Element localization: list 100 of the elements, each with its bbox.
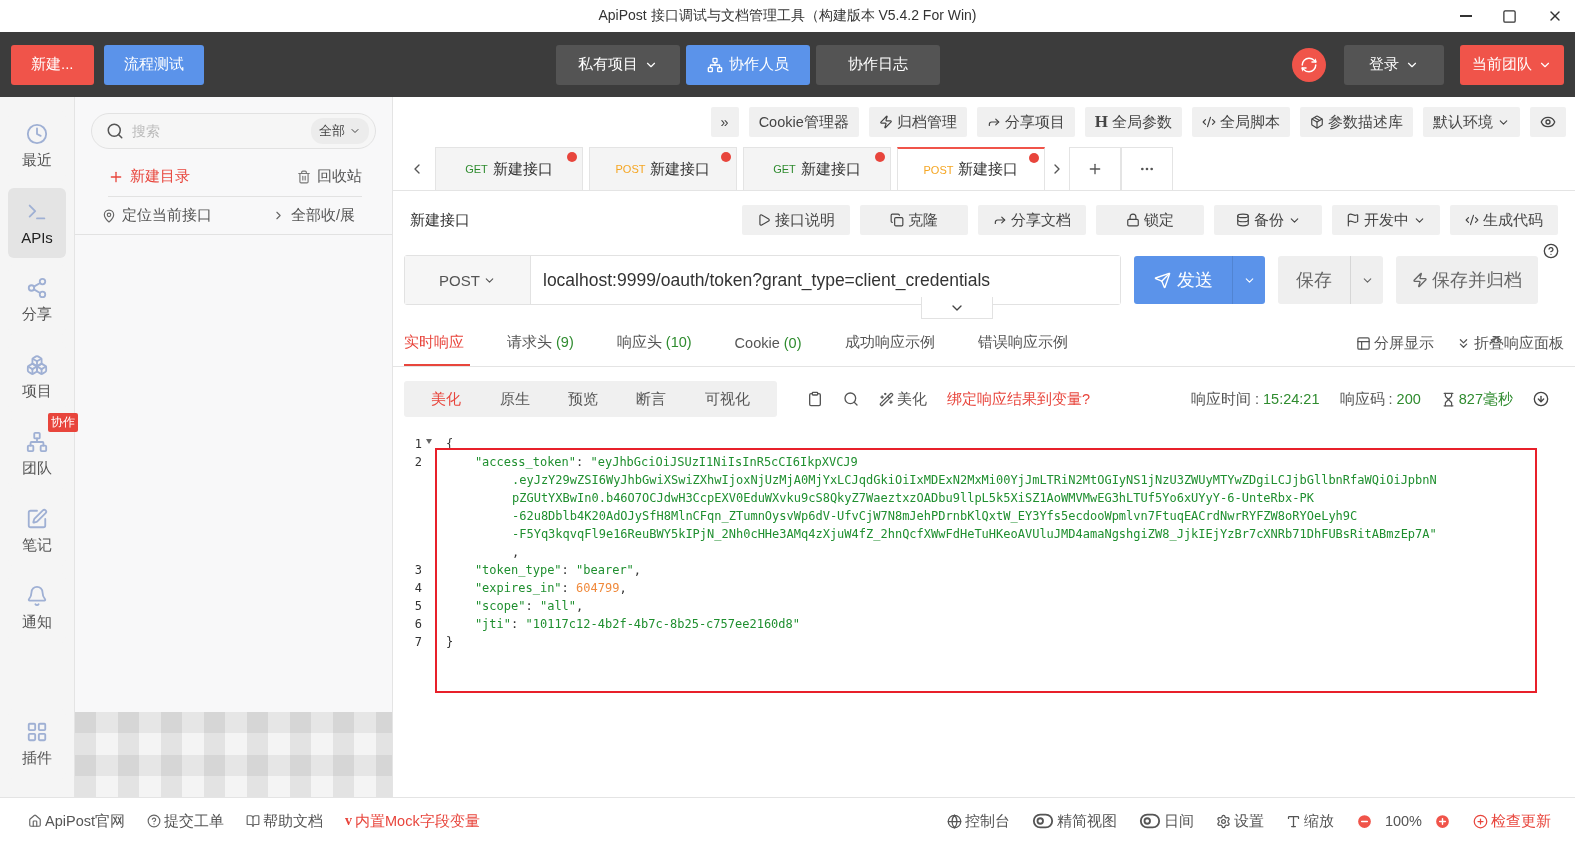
view-tab[interactable]: 预览 <box>561 388 604 410</box>
code-line: "scope": "all", <box>473 598 584 615</box>
window-title: ApiPost 接口调试与文档管理工具（构建版本 V5.4.2 For Win) <box>598 7 977 25</box>
play-icon <box>757 213 771 227</box>
status-link[interactable]: ApiPost官网 <box>28 811 125 831</box>
request-tab[interactable]: POST 新建接口 <box>589 147 737 190</box>
sync-icon[interactable] <box>1292 47 1326 82</box>
action-button[interactable]: 备份 <box>1214 205 1322 235</box>
code-line: -62u8Dblb4K20AdOJySfH8MlnCFqn_ZTumnOysvWp6dV-UfvCjW7N8mJehPDrnbKlQxtW_EY3Yfs5ecdooWpmlvn7FtuqEACrdNwrRYFZW8oRYOeLyh9C <box>511 508 1358 525</box>
search-field[interactable]: 搜索 全部 <box>91 113 376 149</box>
save-archive-button[interactable]: 保存并归档 <box>1396 256 1538 304</box>
response-tab[interactable]: 请求头 (9) <box>507 321 580 366</box>
lock-icon <box>1126 213 1140 227</box>
glyph: H <box>1094 112 1108 132</box>
zoom-level: 100% <box>1384 813 1422 829</box>
request-tab[interactable]: POST 新建接口 <box>897 147 1045 190</box>
maximize-icon <box>1502 8 1517 24</box>
response-tab[interactable]: 成功响应示例 <box>844 321 941 366</box>
view-tab[interactable]: 美化 <box>425 388 468 410</box>
request-tab[interactable]: GET 新建接口 <box>743 147 891 190</box>
split-view-button[interactable]: 分屏显示 <box>1356 334 1434 353</box>
url-field[interactable]: POST localhost:9999/oauth/token?grant_type=client_credentials <box>404 255 1121 305</box>
view-tab[interactable]: 可视化 <box>698 388 756 410</box>
search-icon[interactable] <box>843 391 859 407</box>
line-number: 7 <box>413 634 423 651</box>
font-icon <box>1285 813 1301 829</box>
request-tab[interactable]: GET 新建接口 <box>435 147 583 190</box>
zoom-in-icon[interactable] <box>1434 812 1451 830</box>
share-arrow-icon <box>993 213 1007 227</box>
login-button[interactable]: 登录 <box>1344 44 1444 85</box>
toolbar-button[interactable]: 分享项目 <box>976 107 1075 137</box>
pin-icon <box>102 208 116 223</box>
toolbar-button[interactable]: Cookie管理器 <box>748 107 859 137</box>
view-tab[interactable]: 原生 <box>493 388 536 410</box>
status-button[interactable]: 检查更新 <box>1473 811 1551 831</box>
response-tab[interactable]: Cookie (0) <box>734 321 808 366</box>
line-number: 2 <box>413 454 423 471</box>
status-button[interactable]: 控制台 <box>946 811 1010 831</box>
view-tab[interactable]: 断言 <box>630 388 673 410</box>
toggle[interactable]: 日间 <box>1138 810 1194 832</box>
download-icon[interactable] <box>1533 391 1549 407</box>
response-tab[interactable]: 响应头 (10) <box>616 321 698 366</box>
bind-variable-link[interactable]: 绑定响应结果到变量? <box>947 389 1091 409</box>
sitemap-icon <box>26 430 48 453</box>
update-icon <box>1473 813 1488 829</box>
beautify-button[interactable]: 美化 <box>879 389 927 409</box>
toolbar-button[interactable]: » <box>710 107 739 137</box>
collapse-all-button[interactable]: 全部收/展 <box>271 206 355 225</box>
panels-icon <box>1356 336 1371 351</box>
toggle[interactable]: 精简视图 <box>1031 810 1117 832</box>
method-label: GET <box>773 163 796 175</box>
share-arrow-icon <box>986 115 1001 129</box>
line-number: 3 <box>413 562 423 579</box>
toolbar-button[interactable]: H 全局参数 <box>1084 107 1182 137</box>
scope-dropdown[interactable]: 全部 <box>311 118 369 144</box>
code-line: -F5Yq3kqvqFl9e16ReuBWY5kIPjN_2Nh0cHHe3AMq4zXjuW4fZ_2hnQcfXWwFdHeTuHKeoAVUluJMD4amaNgshgiZW8_JjkIEjYzBr7cXNRb71DhFUBsRitABmzEp7A" <box>511 526 1437 543</box>
code-line: , <box>511 544 520 561</box>
top-tab[interactable]: 私有项目 <box>555 44 680 85</box>
toolbar-button[interactable]: 参数描述库 <box>1300 107 1413 137</box>
lightning-icon <box>1412 272 1428 288</box>
sidebar-item[interactable]: APIs <box>8 188 66 258</box>
code-icon <box>1202 115 1216 129</box>
toolbar-button[interactable]: 归档管理 <box>868 107 967 137</box>
response-duration: 827毫秒 <box>1440 389 1513 409</box>
response-time: 响应时间 : 15:24:21 <box>1190 389 1320 409</box>
code-line: } <box>445 634 454 651</box>
action-button[interactable]: 克隆 <box>860 205 968 235</box>
top-tab[interactable]: 协作日志 <box>815 44 940 85</box>
status-link[interactable]: 帮助文档 <box>246 811 323 831</box>
status-link[interactable]: 提交工单 <box>147 811 224 831</box>
fold-panel-button[interactable]: 折叠响应面板 <box>1456 334 1564 353</box>
action-button[interactable]: 开发中 <box>1332 205 1440 235</box>
zoom-out-icon[interactable] <box>1355 812 1373 830</box>
status-button[interactable]: 设置 <box>1215 811 1264 831</box>
settings-icon <box>1215 813 1231 829</box>
line-number: 4 <box>413 580 423 597</box>
toolbar-button[interactable]: 默认环境 <box>1423 107 1520 137</box>
response-tab[interactable]: 错误响应示例 <box>977 321 1074 366</box>
eye-button[interactable] <box>1530 107 1566 137</box>
method-dropdown[interactable]: POST <box>405 256 531 304</box>
code-line: "token_type": "bearer", <box>473 562 642 579</box>
action-button[interactable]: 生成代码 <box>1450 205 1558 235</box>
recycle-bin-button[interactable]: 回收站 <box>297 167 362 186</box>
new-folder-button[interactable]: 新建目录 <box>108 167 190 186</box>
response-tab[interactable]: 实时响应 <box>404 321 470 366</box>
share-icon <box>26 276 48 299</box>
locate-button[interactable]: 定位当前接口 <box>102 206 212 225</box>
clipboard-icon[interactable] <box>807 391 823 407</box>
line-number: 5 <box>413 598 423 615</box>
action-button[interactable]: 分享文档 <box>978 205 1086 235</box>
toolbar-button[interactable]: 全局脚本 <box>1192 107 1290 137</box>
fold-icon[interactable] <box>426 439 432 444</box>
action-button[interactable]: 锁定 <box>1096 205 1204 235</box>
code-line: "jti": "10117c12-4b2f-4b7c-8b25-c757ee2160d8" <box>473 616 801 633</box>
database-icon <box>1235 213 1250 227</box>
wand-icon <box>879 391 894 407</box>
status-link[interactable]: v 内置Mock字段变量 <box>345 811 480 831</box>
action-button[interactable]: 接口说明 <box>742 205 850 235</box>
clock-icon <box>26 122 48 145</box>
status-button[interactable]: 缩放 <box>1285 811 1334 831</box>
